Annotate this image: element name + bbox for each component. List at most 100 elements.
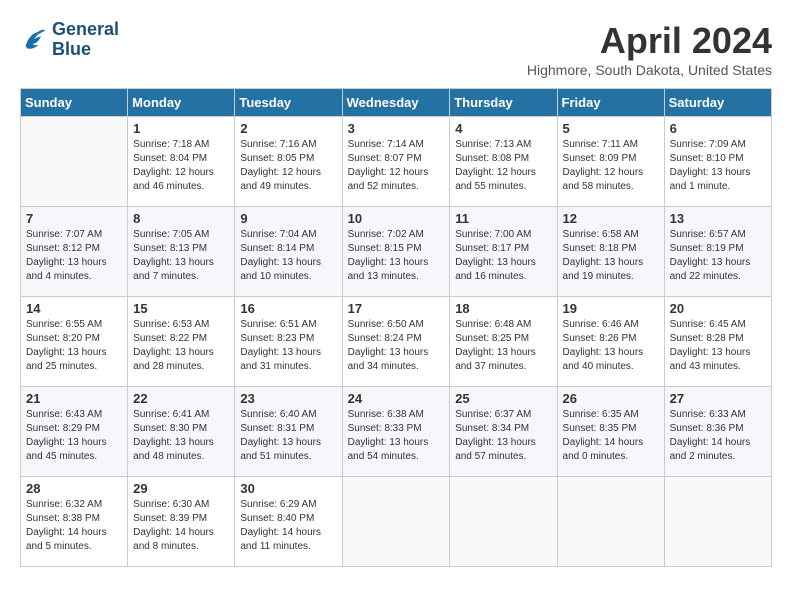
day-number: 1 [133,121,229,136]
weekday-header-row: SundayMondayTuesdayWednesdayThursdayFrid… [21,89,772,117]
day-info: Sunrise: 7:11 AM Sunset: 8:09 PM Dayligh… [563,138,659,194]
calendar-header: SundayMondayTuesdayWednesdayThursdayFrid… [21,89,772,117]
day-number: 12 [563,211,659,226]
day-info: Sunrise: 6:30 AM Sunset: 8:39 PM Dayligh… [133,498,229,554]
calendar-cell: 8 Sunrise: 7:05 AM Sunset: 8:13 PM Daylig… [128,207,235,297]
day-number: 11 [455,211,551,226]
day-number: 20 [670,301,766,316]
day-number: 29 [133,481,229,496]
day-info: Sunrise: 6:43 AM Sunset: 8:29 PM Dayligh… [26,408,122,464]
logo-text: General Blue [52,20,119,60]
day-number: 13 [670,211,766,226]
day-info: Sunrise: 6:50 AM Sunset: 8:24 PM Dayligh… [348,318,445,374]
day-number: 9 [240,211,336,226]
calendar-table: SundayMondayTuesdayWednesdayThursdayFrid… [20,88,772,567]
calendar-cell: 5 Sunrise: 7:11 AM Sunset: 8:09 PM Daylig… [557,117,664,207]
day-number: 27 [670,391,766,406]
day-number: 8 [133,211,229,226]
day-number: 23 [240,391,336,406]
day-number: 5 [563,121,659,136]
day-number: 24 [348,391,445,406]
day-info: Sunrise: 6:48 AM Sunset: 8:25 PM Dayligh… [455,318,551,374]
day-number: 6 [670,121,766,136]
day-info: Sunrise: 7:14 AM Sunset: 8:07 PM Dayligh… [348,138,445,194]
calendar-cell: 22 Sunrise: 6:41 AM Sunset: 8:30 PM Dayli… [128,387,235,477]
day-number: 30 [240,481,336,496]
day-info: Sunrise: 7:13 AM Sunset: 8:08 PM Dayligh… [455,138,551,194]
calendar-cell: 18Sunrise: 6:48 AM Sunset: 8:25 PM Dayli… [450,297,557,387]
weekday-header-friday: Friday [557,89,664,117]
day-info: Sunrise: 6:57 AM Sunset: 8:19 PM Dayligh… [670,228,766,284]
day-info: Sunrise: 7:07 AM Sunset: 8:12 PM Dayligh… [26,228,122,284]
day-info: Sunrise: 6:37 AM Sunset: 8:34 PM Dayligh… [455,408,551,464]
day-number: 21 [26,391,122,406]
calendar-cell: 19Sunrise: 6:46 AM Sunset: 8:26 PM Dayli… [557,297,664,387]
calendar-cell: 17 Sunrise: 6:50 AM Sunset: 8:24 PM Dayli… [342,297,450,387]
calendar-cell [557,477,664,567]
day-number: 15 [133,301,229,316]
calendar-week-row: 14 Sunrise: 6:55 AM Sunset: 8:20 PM Dayli… [21,297,772,387]
day-info: Sunrise: 6:40 AM Sunset: 8:31 PM Dayligh… [240,408,336,464]
day-info: Sunrise: 6:53 AM Sunset: 8:22 PM Dayligh… [133,318,229,374]
day-info: Sunrise: 6:41 AM Sunset: 8:30 PM Dayligh… [133,408,229,464]
calendar-cell: 25 Sunrise: 6:37 AM Sunset: 8:34 PM Dayli… [450,387,557,477]
day-number: 26 [563,391,659,406]
calendar-body: 1 Sunrise: 7:18 AM Sunset: 8:04 PM Daylig… [21,117,772,567]
calendar-cell: 27 Sunrise: 6:33 AM Sunset: 8:36 PM Dayli… [664,387,771,477]
day-info: Sunrise: 7:18 AM Sunset: 8:04 PM Dayligh… [133,138,229,194]
day-info: Sunrise: 7:04 AM Sunset: 8:14 PM Dayligh… [240,228,336,284]
weekday-header-saturday: Saturday [664,89,771,117]
calendar-week-row: 21 Sunrise: 6:43 AM Sunset: 8:29 PM Dayli… [21,387,772,477]
day-info: Sunrise: 6:32 AM Sunset: 8:38 PM Dayligh… [26,498,122,554]
calendar-week-row: 1 Sunrise: 7:18 AM Sunset: 8:04 PM Daylig… [21,117,772,207]
calendar-cell: 26 Sunrise: 6:35 AM Sunset: 8:35 PM Dayli… [557,387,664,477]
day-info: Sunrise: 6:29 AM Sunset: 8:40 PM Dayligh… [240,498,336,554]
calendar-cell: 29 Sunrise: 6:30 AM Sunset: 8:39 PM Dayli… [128,477,235,567]
calendar-cell: 7 Sunrise: 7:07 AM Sunset: 8:12 PM Daylig… [21,207,128,297]
weekday-header-thursday: Thursday [450,89,557,117]
day-info: Sunrise: 7:16 AM Sunset: 8:05 PM Dayligh… [240,138,336,194]
calendar-cell: 3Sunrise: 7:14 AM Sunset: 8:07 PM Daylig… [342,117,450,207]
calendar-cell [21,117,128,207]
calendar-cell [342,477,450,567]
calendar-week-row: 28 Sunrise: 6:32 AM Sunset: 8:38 PM Dayli… [21,477,772,567]
calendar-cell: 1 Sunrise: 7:18 AM Sunset: 8:04 PM Daylig… [128,117,235,207]
calendar-cell: 21 Sunrise: 6:43 AM Sunset: 8:29 PM Dayli… [21,387,128,477]
logo: General Blue [20,20,119,60]
calendar-cell: 4 Sunrise: 7:13 AM Sunset: 8:08 PM Daylig… [450,117,557,207]
day-info: Sunrise: 6:45 AM Sunset: 8:28 PM Dayligh… [670,318,766,374]
calendar-cell: 12 Sunrise: 6:58 AM Sunset: 8:18 PM Dayli… [557,207,664,297]
day-info: Sunrise: 6:58 AM Sunset: 8:18 PM Dayligh… [563,228,659,284]
calendar-cell [450,477,557,567]
day-number: 2 [240,121,336,136]
day-info: Sunrise: 6:55 AM Sunset: 8:20 PM Dayligh… [26,318,122,374]
day-info: Sunrise: 6:35 AM Sunset: 8:35 PM Dayligh… [563,408,659,464]
calendar-week-row: 7 Sunrise: 7:07 AM Sunset: 8:12 PM Daylig… [21,207,772,297]
day-info: Sunrise: 7:00 AM Sunset: 8:17 PM Dayligh… [455,228,551,284]
weekday-header-monday: Monday [128,89,235,117]
calendar-cell: 28 Sunrise: 6:32 AM Sunset: 8:38 PM Dayli… [21,477,128,567]
calendar-cell: 6Sunrise: 7:09 AM Sunset: 8:10 PM Daylig… [664,117,771,207]
calendar-cell: 14 Sunrise: 6:55 AM Sunset: 8:20 PM Dayli… [21,297,128,387]
calendar-cell: 10Sunrise: 7:02 AM Sunset: 8:15 PM Dayli… [342,207,450,297]
day-number: 7 [26,211,122,226]
title-block: April 2024 Highmore, South Dakota, Unite… [527,20,772,78]
day-number: 14 [26,301,122,316]
logo-icon [20,26,48,54]
calendar-cell: 13 Sunrise: 6:57 AM Sunset: 8:19 PM Dayli… [664,207,771,297]
day-info: Sunrise: 7:05 AM Sunset: 8:13 PM Dayligh… [133,228,229,284]
calendar-cell: 15 Sunrise: 6:53 AM Sunset: 8:22 PM Dayli… [128,297,235,387]
calendar-cell: 9 Sunrise: 7:04 AM Sunset: 8:14 PM Daylig… [235,207,342,297]
weekday-header-sunday: Sunday [21,89,128,117]
calendar-cell: 23 Sunrise: 6:40 AM Sunset: 8:31 PM Dayli… [235,387,342,477]
day-info: Sunrise: 6:46 AM Sunset: 8:26 PM Dayligh… [563,318,659,374]
day-number: 17 [348,301,445,316]
calendar-cell: 20 Sunrise: 6:45 AM Sunset: 8:28 PM Dayli… [664,297,771,387]
day-number: 4 [455,121,551,136]
day-number: 25 [455,391,551,406]
day-info: Sunrise: 6:33 AM Sunset: 8:36 PM Dayligh… [670,408,766,464]
day-number: 22 [133,391,229,406]
calendar-cell: 11 Sunrise: 7:00 AM Sunset: 8:17 PM Dayli… [450,207,557,297]
day-number: 28 [26,481,122,496]
day-number: 16 [240,301,336,316]
